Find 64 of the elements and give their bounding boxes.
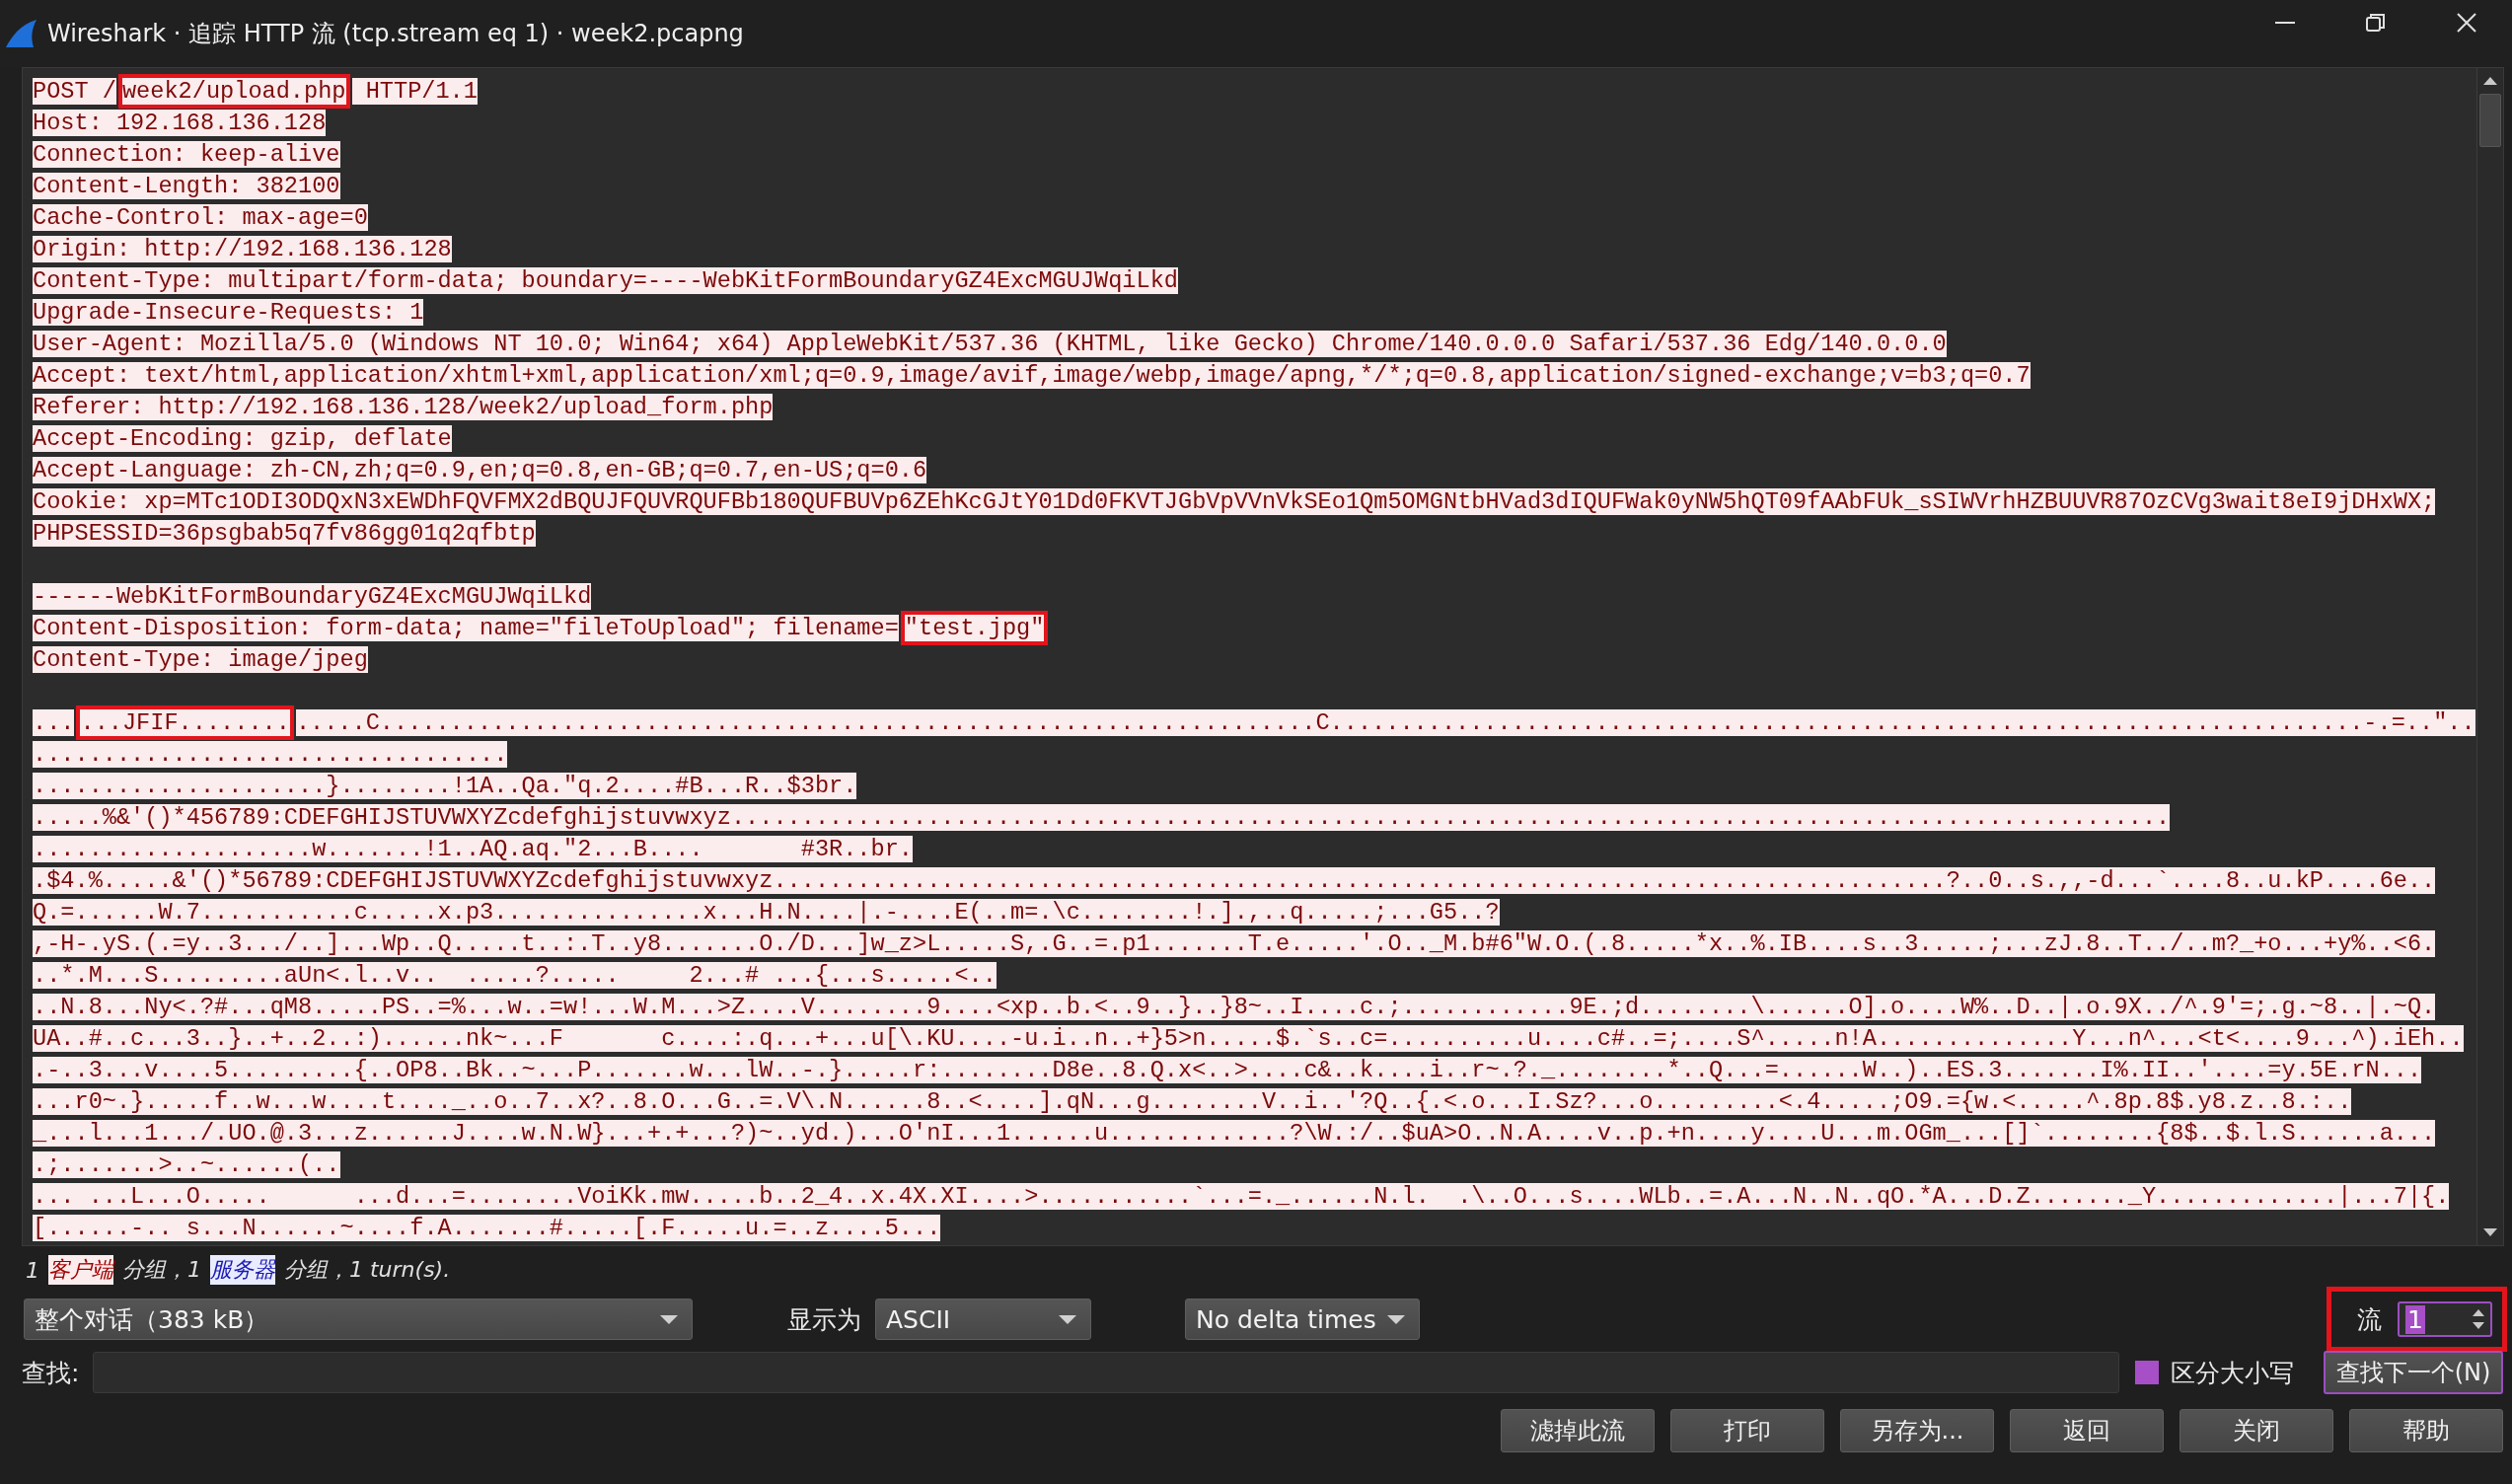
- stream-label: 流: [2357, 1303, 2382, 1336]
- stream-text: ..N.8...Ny<.?#...qM8.....PS..=%...w..=w!...W.M...>Z....V........9....<xp..b.<..9..}..}8~..I....c.;............9E.;d........\......O].o....W%..D..|.o.9X../^.9'=;.g.~8..|.~Q.: [33, 994, 2436, 1020]
- stream-text: ...: [33, 709, 75, 736]
- stream-text: Content-Length: 382100: [33, 173, 340, 199]
- stream-text: Q.=......W.7...........c.....x.p3...............x...H.N....|.-....E(..m=.\c........!.].,..q.....;...G5..?: [33, 899, 1500, 926]
- conversation-dropdown[interactable]: 整个对话（383 kB）: [24, 1298, 693, 1340]
- stream-text: Content-Disposition: form-data; name="fileToUpload"; filename=: [33, 615, 899, 641]
- window-title: Wireshark · 追踪 HTTP 流 (tcp.stream eq 1) · week2.pcapng: [47, 19, 744, 49]
- show-as-label: 显示为: [787, 1303, 861, 1336]
- stream-text: Accept-Language: zh-CN,zh;q=0.9,en;q=0.8,en-GB;q=0.7,en-US;q=0.6: [33, 457, 927, 483]
- stream-text: Connection: keep-alive: [33, 141, 340, 168]
- dialog-button[interactable]: 返回: [2010, 1409, 2164, 1452]
- stream-text: .-..3...v....5.........{..OP8..Bk..~...P.......w...lW..-.}.....r:........D8e..8.Q.x<..>....c&..k....i..r~.?._........*..Q...=......W..)..ES.3.......I%.II..'....=y.5E.rN...: [33, 1057, 2422, 1083]
- scrollbar-thumb[interactable]: [2479, 94, 2501, 147]
- stream-text: ..*.M...S.........aUn<.l..v.. .....?..... 2...# ...{...s.....<..: [33, 962, 997, 989]
- stream-text: Origin: http://192.168.136.128: [33, 236, 452, 262]
- stream-summary: 1 客户端 分组，1 服务器 分组，1 turn(s).: [25, 1254, 452, 1287]
- find-field[interactable]: [93, 1352, 2119, 1393]
- stream-text: .....................}........!1A..Qa."q.2....#B...R..$3br.: [33, 773, 857, 799]
- dialog-button[interactable]: 滤掉此流: [1501, 1409, 1655, 1452]
- stream-text: .....%&'()*456789:CDEFGHIJSTUVWXYZcdefghijstuvwxyz.......................................................................................................: [33, 804, 2171, 831]
- stream-text: ...r0~.}.....f..w...w....t...._..o..7..x?..8.O...G..=.V\.N......8..<....].qN...g........V..i..'?Q..{.<.o...I.Sz?...o.........<.4.....;O9.={w.<.....^.8p.8$.y8.z..8.:..: [33, 1088, 2352, 1115]
- stream-text: ------WebKitFormBoundaryGZ4ExcMGUJWqiLkd: [33, 583, 592, 610]
- stream-spinbox[interactable]: 1: [2398, 1301, 2492, 1337]
- stream-text: Host: 192.168.136.128: [33, 110, 327, 136]
- stream-text: _...l...1.../.UO.@.3...z......J....w.N.W}...+.+...?)~..yd.)...O'nI...1......u.............?\W.:/..$uA>O..N.A....v..p.+n....y....U...m.OGm_...[]`........{8$..$.l.S......a...: [33, 1120, 2436, 1147]
- format-dropdown[interactable]: ASCII: [875, 1298, 1091, 1340]
- fin-icon: [4, 19, 37, 48]
- stream-text: .....C...................................................................C..........................................................................-.=.."..: [295, 709, 2475, 736]
- stream-text: Content-Type: image/jpeg: [33, 646, 368, 673]
- caret-icon: [1387, 1314, 1405, 1324]
- case-checkbox[interactable]: [2135, 1361, 2159, 1384]
- stream-text: Cookie: xp=MTc1ODI3ODQxN3xEWDhFQVFMX2dBQUJFQUVRQUFBb180QUFBUVp6ZEhKcGJtY01Dd0FKVTJGbVpVVnVkSEo1Qm5OMGNtbHVad3dIQUFWak0yNW5hQT09fAAbFUk_sSIWVrhHZBUUVR87OzCVg3wait8eI9jDHxWX;: [33, 488, 2436, 515]
- restore-icon: [2365, 12, 2387, 34]
- delta-dropdown[interactable]: No delta times: [1185, 1298, 1420, 1340]
- stream-text: Upgrade-Insecure-Requests: 1: [33, 299, 424, 326]
- stream-text: .$4.%.....&'()*56789:CDEFGHIJSTUVWXYZcdefghijstuvwxyz....................................................................................?..0..s.,,-d...`....8..u.kP....6e..: [33, 867, 2436, 894]
- dialog-button[interactable]: 另存为...: [1840, 1409, 1994, 1452]
- case-sensitive-label: 区分大小写: [2171, 1357, 2294, 1389]
- dialog-button[interactable]: 打印: [1670, 1409, 1824, 1452]
- stream-text: Content-Type: multipart/form-data; boundary=----WebKitFormBoundaryGZ4ExcMGUJWqiLkd: [33, 267, 1178, 294]
- stream-text: ,-H-.yS.(.=y..3.../..]...Wp..Q.....t..:.T..y8.......O./D...]w_z>L.....S,.G..=.p1.......T.e.....'.O.._M.b#6"W.O.(.8.....*x..%.IB....s..3.....;...zJ.8..T../..m?_+o...+y%..<6.: [33, 930, 2436, 957]
- stream-text: Referer: http://192.168.136.128/week2/upload_form.php: [33, 394, 774, 420]
- dialog-button[interactable]: 帮助: [2349, 1409, 2503, 1452]
- minimize-icon: [2275, 22, 2295, 24]
- stream-text: Accept: text/html,application/xhtml+xml,application/xml;q=0.9,image/avif,image/webp,image/apng,*/*;q=0.8,application/signed-exchange;v=b3;q=0.7: [33, 362, 2031, 389]
- stream-text: User-Agent: Mozilla/5.0 (Windows NT 10.0; Win64; x64) AppleWebKit/537.36 (KHTML, like Gecko) Chrome/140.0.0.0 Safari/537.36 Edg/140.0.0.0: [33, 331, 1947, 357]
- find-label: 查找:: [22, 1357, 80, 1389]
- dialog-button[interactable]: 关闭: [2180, 1409, 2333, 1452]
- close-icon: [2456, 12, 2477, 34]
- stream-text: [......-.. s...N......~....f.A.......#.....[.F.....u.=..z....5...: [33, 1215, 941, 1241]
- stream-text: UA..#..c...3..}..+..2..:)......nk~...F c....:.q...+...u[\.KU....-u.i..n..+}5>n.....$.`s..c=..........u....c#..=;....S^.....n!A..............Y...n^...<t<....9...^).iEh..: [33, 1025, 2464, 1052]
- stream-text: POST /: [33, 78, 116, 105]
- stream-text: ... ...L...O..... ...d...=........VoiKk.mw.....b..2_4..x.4X.XI....>...........`...=._......N.l. .\..O...s....WLb..=.A...N..N..qO.*A...D.Z......._Y.............|...7|{.: [33, 1183, 2450, 1210]
- caret-icon: [1059, 1314, 1076, 1324]
- stream-text: HTTP/1.1: [351, 78, 478, 105]
- stream-text: Cache-Control: max-age=0: [33, 204, 368, 231]
- stream-text: PHPSESSID=36psgbab5q7fv86gg01q2qfbtp: [33, 520, 536, 547]
- stream-text: ....................w.......!1..AQ.aq."2...B.... #3R..br.: [33, 836, 913, 862]
- stream-text: .;.......>..~......(..: [33, 1151, 340, 1178]
- caret-icon: [660, 1314, 678, 1324]
- find-next-button[interactable]: 查找下一个(N): [2324, 1351, 2503, 1394]
- stream-text: ..................................: [33, 741, 508, 768]
- stream-text: Accept-Encoding: gzip, deflate: [33, 425, 452, 452]
